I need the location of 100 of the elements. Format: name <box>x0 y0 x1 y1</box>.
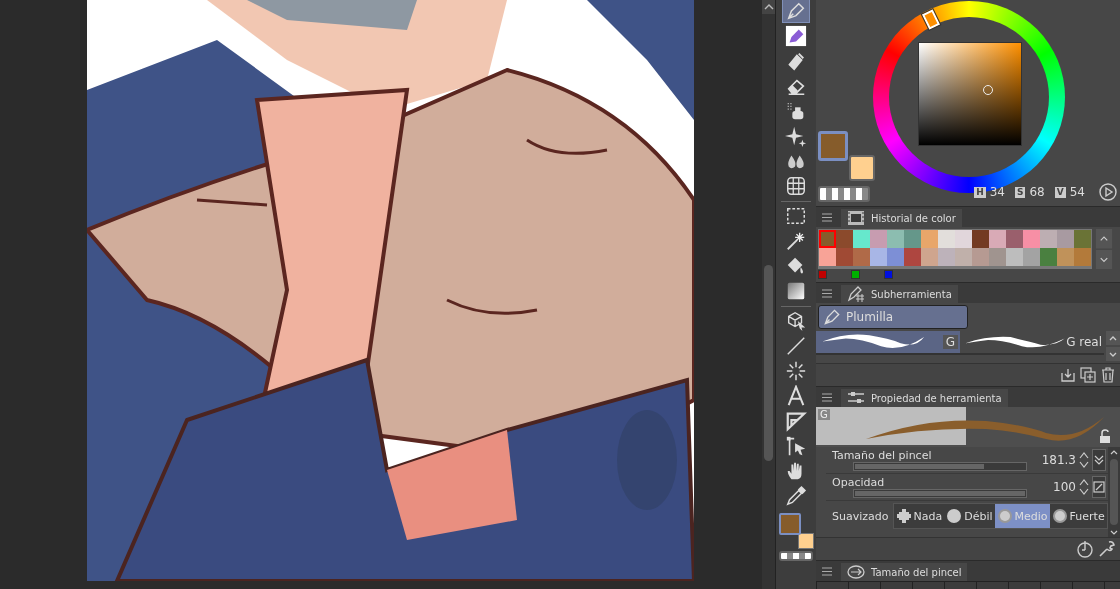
color-swatch[interactable] <box>836 248 853 266</box>
panel-tab[interactable]: Tamaño del pincel <box>841 563 968 581</box>
color-swatch[interactable] <box>1057 230 1074 248</box>
panel-title: Subherramienta <box>871 288 952 300</box>
brush-item[interactable]: G real <box>960 331 1104 355</box>
menu-icon[interactable] <box>822 289 832 298</box>
color-swatch[interactable] <box>1040 230 1057 248</box>
scroll-up-icon[interactable] <box>1106 331 1120 345</box>
radiating-lines-icon <box>785 360 808 382</box>
color-swatch[interactable] <box>921 248 938 266</box>
triangle-ruler-icon <box>785 410 808 432</box>
menu-icon[interactable] <box>822 393 832 402</box>
channel-label: H <box>974 186 986 198</box>
saturation-value-square[interactable] <box>918 42 1022 146</box>
smoothing-option[interactable]: Nada <box>893 504 945 528</box>
marker-icon <box>785 25 808 47</box>
panel-title: Historial de color <box>871 212 956 224</box>
property-label: Tamaño del pincel <box>831 449 933 462</box>
color-swatch[interactable] <box>870 230 887 248</box>
reset-dial-icon[interactable] <box>1076 540 1094 558</box>
smoothing-option[interactable]: Débil <box>944 504 995 528</box>
color-swatch[interactable] <box>1023 248 1040 266</box>
import-icon[interactable] <box>1060 367 1076 383</box>
channel-value: 68 <box>1029 185 1045 199</box>
pressure-toggle-button[interactable] <box>1092 476 1106 498</box>
sparkle-icon <box>785 125 808 147</box>
color-swatch[interactable] <box>819 248 836 266</box>
film-strip-icon <box>847 210 865 226</box>
trash-icon[interactable] <box>1100 367 1116 383</box>
property-value: 100 <box>1053 480 1076 494</box>
property-label: Suavizado <box>831 509 889 523</box>
color-swatch[interactable] <box>1023 230 1040 248</box>
wrench-icon[interactable] <box>1098 540 1116 558</box>
sub-color-swatch[interactable] <box>849 155 875 181</box>
panel-tab[interactable]: Subherramienta <box>841 285 958 303</box>
color-swatch[interactable] <box>1074 248 1091 266</box>
color-swatch[interactable] <box>938 248 955 266</box>
color-swatch[interactable] <box>1006 248 1023 266</box>
main-color-swatch[interactable] <box>779 513 802 535</box>
brush-item[interactable]: G <box>816 331 960 355</box>
scrollbar[interactable] <box>1108 447 1120 537</box>
transparent-color-swatch[interactable] <box>779 551 814 561</box>
pen-nib-icon <box>822 307 842 327</box>
color-swatch[interactable] <box>887 248 904 266</box>
scroll-down-icon[interactable] <box>1106 347 1120 361</box>
color-swatch[interactable] <box>938 230 955 248</box>
property-value: 181.3 <box>1041 453 1076 467</box>
pressure-toggle-button[interactable] <box>1092 449 1106 471</box>
color-swatch[interactable] <box>887 230 904 248</box>
color-swatch[interactable] <box>1040 248 1057 266</box>
color-swatch[interactable] <box>904 230 921 248</box>
panel-title: Propiedad de herramienta <box>871 392 1002 404</box>
channel-value: 54 <box>1069 185 1085 199</box>
chevrons-icon <box>1093 454 1105 466</box>
panel-tab[interactable]: Historial de color <box>841 209 962 227</box>
main-color-swatch[interactable] <box>818 131 848 161</box>
channel-label: S <box>1015 186 1026 198</box>
slider-track[interactable] <box>853 462 1027 471</box>
hue-handle[interactable] <box>922 9 941 30</box>
channel-value: 34 <box>989 185 1005 199</box>
color-swatch[interactable] <box>921 230 938 248</box>
color-swatch[interactable] <box>904 248 921 266</box>
brush-label: G <box>818 409 830 420</box>
sub-color-swatch[interactable] <box>798 533 815 549</box>
color-swatch[interactable] <box>972 230 989 248</box>
transparent-color-swatch[interactable] <box>818 186 870 202</box>
color-swatch[interactable] <box>853 230 870 248</box>
subtool-group-button[interactable]: Plumilla <box>818 305 968 329</box>
duplicate-icon[interactable] <box>1080 367 1096 383</box>
scrollbar[interactable] <box>762 0 775 589</box>
menu-icon[interactable] <box>822 213 832 222</box>
color-swatch[interactable] <box>955 230 972 248</box>
scroll-up-icon[interactable] <box>763 3 774 11</box>
color-swatch[interactable] <box>1074 230 1091 248</box>
selection-icon <box>785 205 808 227</box>
color-swatch[interactable] <box>853 248 870 266</box>
spinner-icon[interactable] <box>1079 451 1089 469</box>
panel-tab[interactable]: Propiedad de herramienta <box>841 389 1008 407</box>
color-swatch[interactable] <box>870 248 887 266</box>
color-swatch[interactable] <box>836 230 853 248</box>
smoothing-option[interactable]: Fuerte <box>1049 504 1107 528</box>
color-swatch[interactable] <box>989 230 1006 248</box>
color-swatch[interactable] <box>989 248 1006 266</box>
color-swatch[interactable] <box>955 248 972 266</box>
color-swatch[interactable] <box>1006 230 1023 248</box>
pointer-select-icon <box>785 435 808 457</box>
color-swatch[interactable] <box>972 248 989 266</box>
scroll-down-icon[interactable] <box>1094 249 1114 269</box>
color-swatch[interactable] <box>1057 248 1074 266</box>
spinner-icon[interactable] <box>1079 478 1089 496</box>
sliders-icon <box>847 390 865 406</box>
scroll-thumb[interactable] <box>1110 459 1118 525</box>
color-swatch[interactable] <box>819 230 836 248</box>
circle-icon <box>996 508 1013 524</box>
scroll-thumb[interactable] <box>764 265 773 461</box>
brush-size-icon <box>847 564 865 580</box>
menu-icon[interactable] <box>822 567 832 576</box>
play-icon[interactable] <box>1099 183 1117 201</box>
lock-icon[interactable] <box>1098 429 1112 443</box>
property-label: Opacidad <box>831 476 886 489</box>
